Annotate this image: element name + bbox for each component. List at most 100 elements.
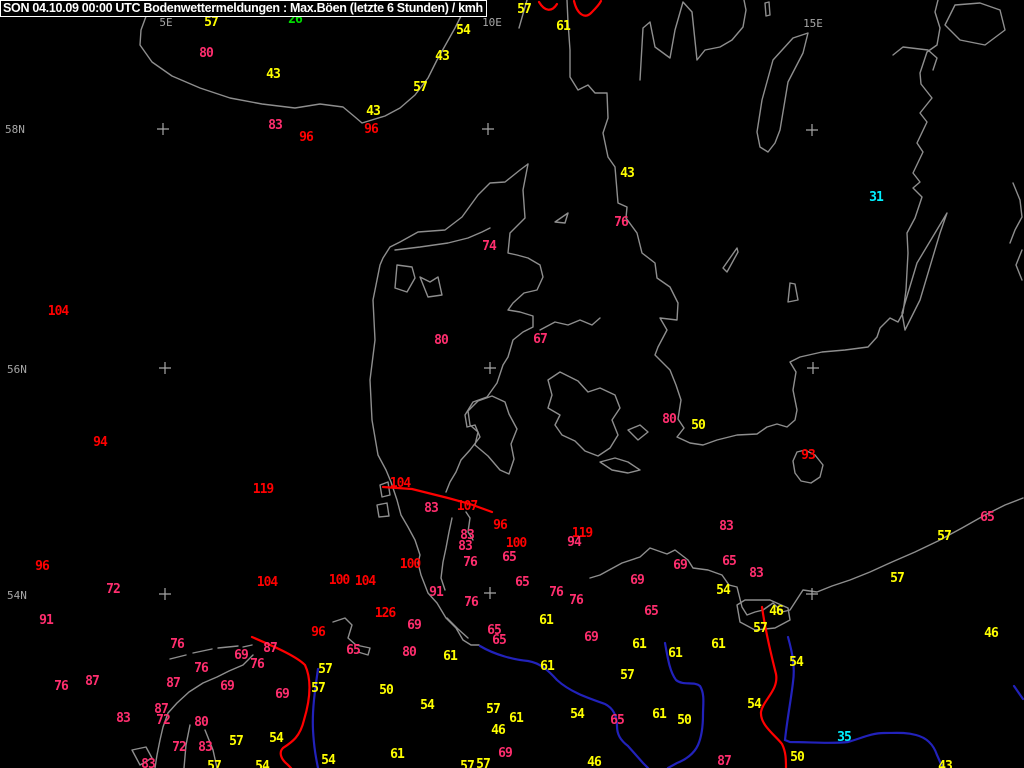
station-gust-value: 57 xyxy=(413,80,427,95)
station-gust-value: 91 xyxy=(429,585,444,600)
station-gust-value: 83 xyxy=(424,501,438,516)
station-gust-value: 87 xyxy=(717,754,731,768)
station-gust-value: 69 xyxy=(673,558,687,573)
station-gust-value: 54 xyxy=(420,698,435,713)
coastline-path xyxy=(756,32,809,153)
station-gust-value: 94 xyxy=(93,435,108,450)
station-gust-value: 104 xyxy=(355,574,377,589)
station-gust-value: 46 xyxy=(491,723,506,738)
station-gust-value: 69 xyxy=(630,573,644,588)
station-gust-value: 50 xyxy=(677,713,692,728)
station-gust-value: 104 xyxy=(257,575,279,590)
station-gust-value: 54 xyxy=(716,583,731,598)
station-gust-value: 83 xyxy=(749,566,763,581)
station-gust-value: 61 xyxy=(652,707,667,722)
station-gust-value: 100 xyxy=(400,557,422,572)
cold-front-line xyxy=(1012,684,1024,701)
station-gust-value: 54 xyxy=(747,697,762,712)
coastline-path xyxy=(589,497,1024,616)
station-gust-value: 43 xyxy=(435,49,449,64)
station-gust-value: 61 xyxy=(668,646,683,661)
longitude-label: 15E xyxy=(803,17,823,30)
coastline-path xyxy=(394,227,491,251)
graticule-cross xyxy=(484,587,496,599)
coastline-path xyxy=(539,317,601,331)
station-gust-value: 80 xyxy=(194,715,209,730)
station-gust-value: 65 xyxy=(722,554,736,569)
station-gust-value: 76 xyxy=(250,657,265,672)
station-gust-value: 57 xyxy=(486,702,500,717)
map-title-text: SON 04.10.09 00:00 UTC Bodenwettermeldun… xyxy=(3,1,483,15)
station-gust-value: 83 xyxy=(141,757,155,768)
station-gust-value: 76 xyxy=(194,661,209,676)
station-gust-value: 65 xyxy=(346,643,360,658)
station-gust-value: 50 xyxy=(379,683,394,698)
coastline-path xyxy=(554,212,569,224)
station-gust-value: 61 xyxy=(509,711,524,726)
station-gust-value: 96 xyxy=(364,122,379,137)
station-gust-value: 57 xyxy=(207,759,221,768)
station-gust-value: 107 xyxy=(457,499,478,514)
station-gust-value: 94 xyxy=(567,535,582,550)
station-gust-value: 100 xyxy=(329,573,351,588)
latitude-label: 58N xyxy=(5,123,25,136)
station-gust-value: 119 xyxy=(253,482,274,497)
station-gust-value: 57 xyxy=(318,662,332,677)
station-gust-value: 54 xyxy=(255,759,270,768)
station-gust-value: 126 xyxy=(375,606,397,621)
station-gust-value: 31 xyxy=(869,190,884,205)
station-gust-value: 57 xyxy=(460,759,474,768)
station-gust-value: 76 xyxy=(614,215,629,230)
coastline-path xyxy=(139,2,470,124)
station-gust-value: 76 xyxy=(54,679,69,694)
station-gust-value: 96 xyxy=(311,625,326,640)
map-title-bar: SON 04.10.09 00:00 UTC Bodenwettermeldun… xyxy=(0,0,487,17)
station-gust-value: 80 xyxy=(402,645,417,660)
station-gust-value: 72 xyxy=(172,740,186,755)
station-gust-value: 54 xyxy=(321,753,336,768)
coastline-path xyxy=(944,2,1006,46)
station-gust-value: 76 xyxy=(170,637,185,652)
station-gust-value: 46 xyxy=(769,604,784,619)
station-gust-value: 54 xyxy=(269,731,284,746)
station-gust-value: 93 xyxy=(801,448,815,463)
coastline-path xyxy=(394,264,416,293)
station-gust-value: 83 xyxy=(116,711,130,726)
station-gust-value: 46 xyxy=(587,755,602,768)
station-gust-value: 35 xyxy=(837,730,851,745)
station-gust-value: 74 xyxy=(482,239,497,254)
station-gust-value: 57 xyxy=(311,681,325,696)
station-gust-value: 76 xyxy=(463,555,478,570)
surface-wind-gust-map: 5E 10E 15E58N56N54N57 265457618043435743839… xyxy=(5,0,1024,768)
station-gust-value: 83 xyxy=(268,118,282,133)
longitude-label: 5E xyxy=(159,16,172,29)
station-gust-value: 61 xyxy=(443,649,458,664)
station-gust-value: 61 xyxy=(711,637,726,652)
station-gust-value: 65 xyxy=(502,550,516,565)
graticule-cross xyxy=(159,588,171,600)
station-gust-value: 57 xyxy=(890,571,904,586)
station-gust-value: 50 xyxy=(790,750,805,765)
graticule-cross xyxy=(484,362,496,374)
station-gust-value: 104 xyxy=(390,476,412,491)
station-gust-value: 65 xyxy=(980,510,994,525)
station-gust-value: 69 xyxy=(498,746,512,761)
coastline-path xyxy=(639,0,747,81)
coastline-path xyxy=(1015,249,1023,281)
station-gust-value: 67 xyxy=(533,332,547,347)
graticule-cross xyxy=(806,588,818,600)
station-gust-value: 87 xyxy=(263,641,277,656)
station-gust-value: 72 xyxy=(106,582,120,597)
station-gust-value: 69 xyxy=(275,687,289,702)
coastline-path xyxy=(242,644,253,648)
station-gust-value: 61 xyxy=(632,637,647,652)
station-gust-value: 43 xyxy=(366,104,380,119)
graticule-cross xyxy=(807,362,819,374)
coastline-path xyxy=(440,517,453,591)
station-gust-value: 57 xyxy=(620,668,634,683)
graticule-cross xyxy=(157,123,169,135)
coastline-path xyxy=(192,648,213,654)
coastline-path xyxy=(764,1,771,17)
station-gust-value: 100 xyxy=(506,536,528,551)
station-gust-value: 65 xyxy=(610,713,624,728)
